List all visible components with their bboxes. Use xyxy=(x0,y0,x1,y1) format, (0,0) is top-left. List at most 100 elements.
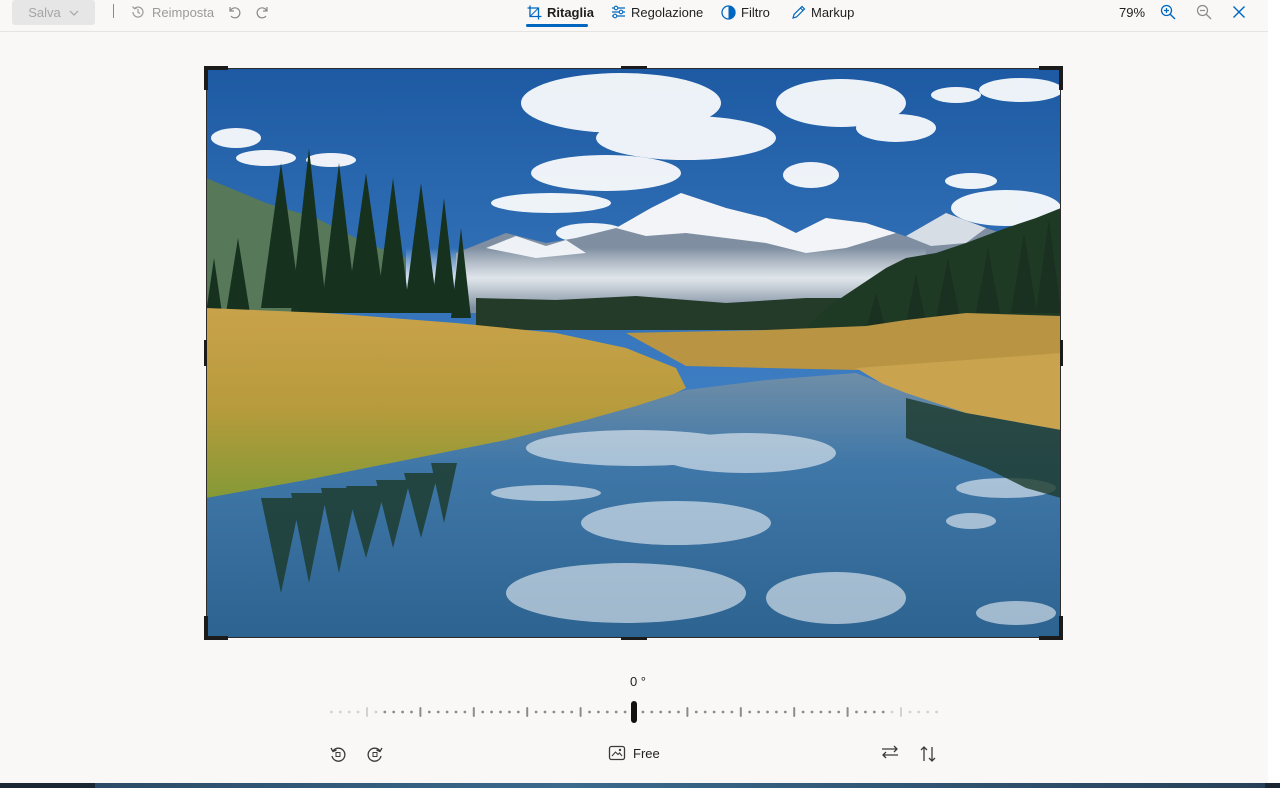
ruler-dot xyxy=(872,710,876,714)
ruler-dot xyxy=(392,710,396,714)
ruler-dot xyxy=(801,710,805,714)
active-tab-indicator xyxy=(526,24,588,27)
ruler-major-tick xyxy=(846,707,849,717)
ruler-dot xyxy=(508,710,511,714)
ruler-dot xyxy=(855,710,858,714)
flip-vertical-icon xyxy=(920,746,936,762)
ruler-dot xyxy=(703,710,707,714)
crop-handle-top[interactable] xyxy=(621,66,647,69)
ruler-dot xyxy=(828,710,832,714)
flip-horizontal-icon xyxy=(882,745,898,759)
tab-markup[interactable]: Markup xyxy=(791,1,854,23)
ruler-dot xyxy=(766,710,769,714)
ruler-dot xyxy=(641,710,645,714)
ruler-dot xyxy=(712,710,716,714)
ruler-dot xyxy=(454,710,458,714)
ruler-major-tick xyxy=(686,707,689,717)
aspect-ratio-label: Free xyxy=(633,745,660,761)
save-button[interactable]: Salva xyxy=(12,0,95,25)
ruler-dot xyxy=(534,710,538,714)
tab-filter[interactable]: Filtro xyxy=(721,1,770,23)
zoom-in-button[interactable] xyxy=(1160,1,1176,23)
tab-markup-label: Markup xyxy=(811,4,855,20)
ruler-dot xyxy=(881,710,885,714)
ruler-dot xyxy=(338,710,342,714)
reset-button[interactable]: Reimposta xyxy=(130,1,214,23)
crop-handle-right[interactable] xyxy=(1060,340,1063,366)
ruler-dot xyxy=(819,710,823,714)
ruler-dot xyxy=(614,710,618,714)
ruler-dot xyxy=(659,710,663,714)
window-edge xyxy=(1268,0,1280,788)
tab-adjust[interactable]: Regolazione xyxy=(611,1,703,23)
crop-handle-bottom-left-v[interactable] xyxy=(204,616,208,640)
rotation-slider-thumb[interactable] xyxy=(631,701,637,723)
reset-label: Reimposta xyxy=(152,4,215,20)
undo-button[interactable] xyxy=(226,1,242,23)
ruler-dot xyxy=(552,710,556,714)
landscape-photo xyxy=(206,68,1061,638)
ruler-dot xyxy=(463,710,467,714)
tab-adjust-label: Regolazione xyxy=(631,4,704,20)
ruler-dot xyxy=(499,710,502,714)
aspect-ratio-button[interactable]: Free xyxy=(608,744,660,762)
rotation-slider[interactable] xyxy=(326,700,942,724)
ruler-dot xyxy=(730,710,734,714)
filter-icon xyxy=(721,4,736,20)
rotate-right-button[interactable] xyxy=(365,744,385,764)
ruler-dot xyxy=(436,710,440,714)
ruler-dot xyxy=(694,710,698,714)
tab-crop[interactable]: Ritaglia xyxy=(527,1,594,23)
rotation-ruler xyxy=(330,701,938,723)
flip-vertical-button[interactable] xyxy=(918,744,938,764)
rotate-right-icon xyxy=(367,747,383,762)
adjust-sliders-icon xyxy=(612,5,625,19)
crop-handle-bottom[interactable] xyxy=(621,637,647,640)
crop-handle-top-right-v[interactable] xyxy=(1059,66,1063,90)
rotation-angle-readout: 0 ° xyxy=(629,674,647,689)
ruler-dot xyxy=(410,710,413,714)
aspect-ratio-icon xyxy=(608,745,626,761)
ruler-major-tick xyxy=(579,707,582,717)
editor-toolbar: Salva Reimposta Ritaglia Regolazione Fil… xyxy=(0,0,1268,32)
ruler-dot xyxy=(721,710,725,714)
ruler-dot xyxy=(935,710,938,714)
close-button[interactable] xyxy=(1232,1,1246,23)
ruler-dot xyxy=(810,710,814,714)
toolbar-divider xyxy=(113,4,114,18)
ruler-dot xyxy=(908,710,912,714)
taskbar-edge xyxy=(0,783,1280,788)
ruler-major-tick xyxy=(366,707,368,717)
ruler-dot xyxy=(561,710,565,714)
photo-canvas[interactable] xyxy=(206,68,1061,638)
ruler-dot xyxy=(490,710,493,714)
crop-handle-top-left-v[interactable] xyxy=(204,66,208,90)
crop-handle-left[interactable] xyxy=(204,340,207,366)
ruler-dot xyxy=(775,710,778,714)
crop-handle-bottom-right-v[interactable] xyxy=(1059,616,1063,640)
undo-icon xyxy=(229,7,241,19)
tab-crop-label: Ritaglia xyxy=(547,4,594,20)
ruler-dot xyxy=(401,710,404,714)
zoom-out-icon xyxy=(1196,4,1212,20)
rotate-left-button[interactable] xyxy=(328,744,348,764)
ruler-dot xyxy=(374,710,378,714)
flip-horizontal-button[interactable] xyxy=(880,744,900,760)
ruler-major-tick xyxy=(472,707,475,717)
ruler-dot xyxy=(543,710,547,714)
ruler-dot xyxy=(481,710,485,714)
pen-icon xyxy=(792,5,806,19)
ruler-major-tick xyxy=(739,707,742,717)
ruler-dot xyxy=(890,710,894,714)
ruler-dot xyxy=(570,710,574,714)
zoom-out-button[interactable] xyxy=(1196,1,1212,23)
tab-filter-label: Filtro xyxy=(741,4,770,20)
redo-button[interactable] xyxy=(255,1,271,23)
redo-icon xyxy=(256,7,268,19)
ruler-major-tick xyxy=(419,707,422,717)
rotate-left-icon xyxy=(330,747,346,762)
ruler-dot xyxy=(837,710,841,714)
ruler-dot xyxy=(783,710,787,714)
ruler-major-tick xyxy=(793,707,796,717)
crop-icon xyxy=(527,5,542,19)
